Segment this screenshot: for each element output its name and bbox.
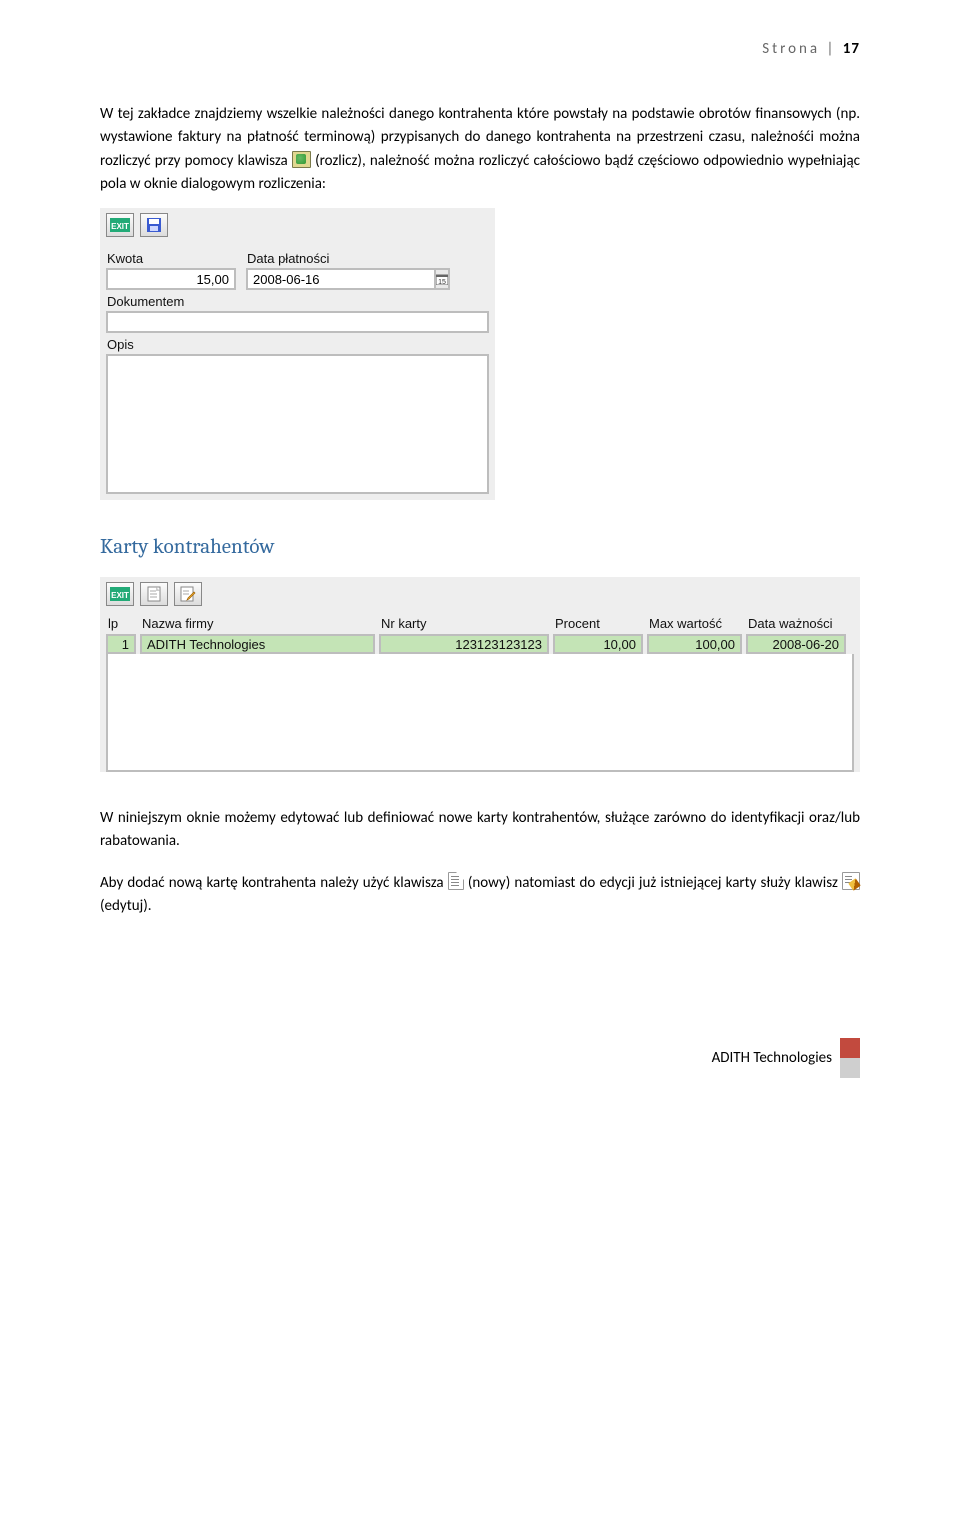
opis-textarea[interactable] [106,354,489,494]
opis-label: Opis [107,337,489,352]
save-button[interactable] [140,213,168,237]
section-heading: Karty kontrahentów [100,535,860,559]
data-platnosci-label: Data płatności [247,251,406,266]
svg-text:15: 15 [438,279,446,285]
exit-button[interactable]: EXIT [106,213,134,237]
col-nazwa-header: Nazwa firmy [140,616,375,634]
col-procent-header: Procent [553,616,643,634]
cell-procent[interactable]: 10,00 [553,634,643,654]
karty-kontrahentow-window: EXIT lp 1 Nazwa firmy ADITH Technologies… [100,577,860,772]
dialog-rozliczenia: EXIT Kwota Data płatności 15 [100,208,495,500]
edit-doc-icon [842,872,860,890]
cell-data[interactable]: 2008-06-20 [746,634,846,654]
svg-text:EXIT: EXIT [111,222,129,231]
karty-toolbar: EXIT [100,577,860,616]
paragraph-1: W tej zakładce znajdziemy wszelkie należ… [100,103,860,196]
footer-squares-icon [840,1038,860,1078]
page-header: Strona | 17 [100,40,860,58]
grid-body-empty[interactable] [106,654,854,772]
paragraph-2: W niniejszym oknie możemy edytować lub d… [100,807,860,854]
page-number: 17 [843,40,860,58]
date-picker-button[interactable]: 15 [436,268,450,290]
dialog-toolbar: EXIT [100,208,495,247]
new-button[interactable] [140,582,168,606]
kwota-label: Kwota [107,251,236,266]
paragraph-3: Aby dodać nową kartę kontrahenta należy … [100,872,860,919]
edit-button[interactable] [174,582,202,606]
col-nrkarty-header: Nr karty [379,616,549,634]
footer-text: ADITH Technologies [712,1049,832,1067]
cell-max[interactable]: 100,00 [647,634,742,654]
col-data-header: Data ważności [746,616,846,634]
col-lp-header: lp [106,616,136,634]
para3-a: Aby dodać nową kartę kontrahenta należy … [100,874,448,892]
cell-lp[interactable]: 1 [106,634,136,654]
exit-button-2[interactable]: EXIT [106,582,134,606]
kwota-input[interactable] [106,268,236,290]
new-doc-icon [448,872,464,890]
data-platnosci-input[interactable] [246,268,436,290]
rozlicz-icon [292,151,311,168]
col-max-header: Max wartość [647,616,742,634]
cell-nrkarty[interactable]: 123123123123 [379,634,549,654]
page-footer: ADITH Technologies [100,1038,860,1078]
dokumentem-input[interactable] [106,311,489,333]
para3-c: (edytuj). [100,897,152,915]
para3-b: (nowy) natomiast do edycji już istniejąc… [468,874,842,892]
svg-text:EXIT: EXIT [111,591,129,600]
dokumentem-label: Dokumentem [107,294,489,309]
page-label: Strona | [762,40,843,58]
cell-nazwa[interactable]: ADITH Technologies [140,634,375,654]
